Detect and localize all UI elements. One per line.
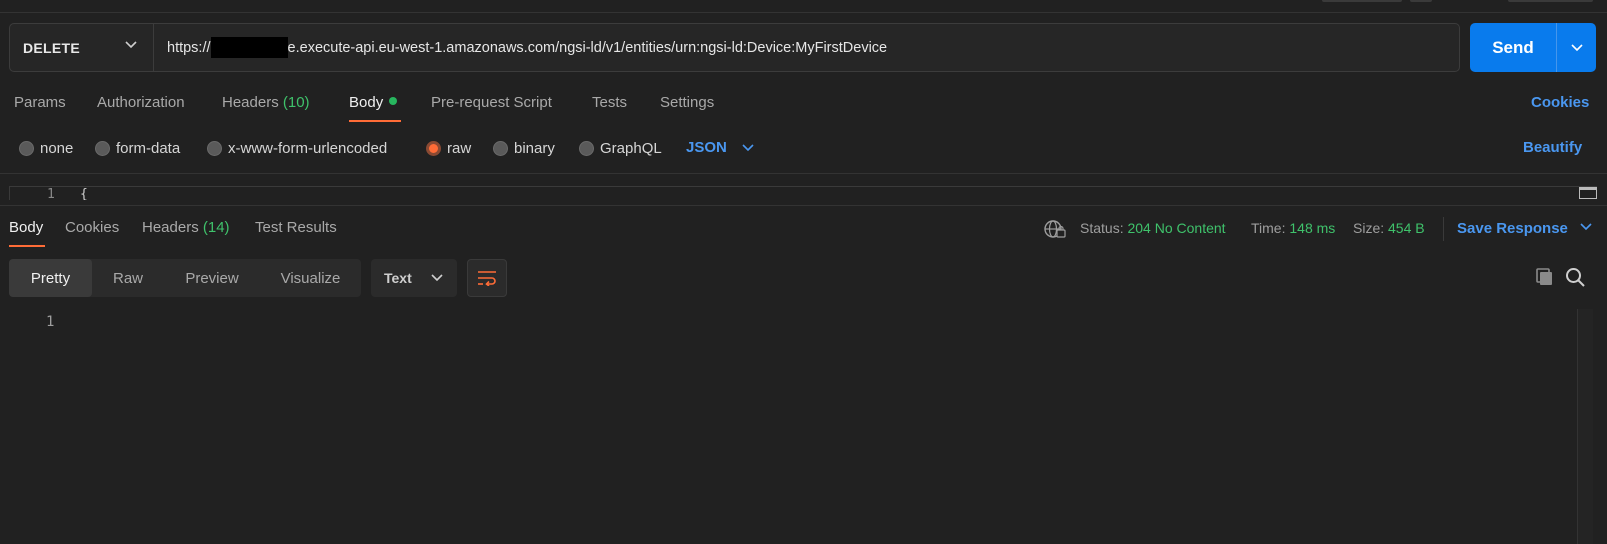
tab-tests[interactable]: Tests [592,94,627,111]
tab-body-label: Body [349,94,384,111]
response-scrollbar[interactable] [1577,309,1593,544]
radio-raw[interactable]: raw [426,140,471,157]
save-response-button[interactable]: Save Response [1457,220,1592,237]
response-tab-body[interactable]: Body [9,219,43,236]
tab-settings[interactable]: Settings [660,94,714,111]
tab-authorization[interactable]: Authorization [97,94,185,111]
top-fragment [1410,0,1432,2]
headers-count: (10) [282,94,310,111]
method-select[interactable]: DELETE [10,24,154,71]
size-label: Size: [1353,220,1385,236]
send-button[interactable]: Send [1470,23,1596,72]
minimap-icon [1579,187,1597,199]
radio-label: binary [514,140,555,157]
status-value[interactable]: 204 No Content [1127,220,1225,236]
radio-circle [95,141,110,156]
response-format-select[interactable]: Text [371,259,457,297]
chevron-down-icon [1570,43,1583,51]
radio-none[interactable]: none [19,140,73,157]
view-preview-button[interactable]: Preview [164,259,260,297]
radio-form-data[interactable]: form-data [95,140,180,157]
cookies-link[interactable]: Cookies [1531,94,1589,111]
radio-circle [579,141,594,156]
chevron-down-icon[interactable] [742,144,754,152]
size-value[interactable]: 454 B [1388,220,1425,236]
body-type-selector: none form-data x-www-form-urlencoded raw… [0,136,1607,162]
time-value[interactable]: 148 ms [1289,220,1335,236]
divider [0,173,1607,174]
radio-graphql[interactable]: GraphQL [579,140,662,157]
top-strip [0,0,1607,13]
response-view-toggle: Pretty Raw Preview Visualize [9,259,361,297]
radio-circle-selected [426,141,441,156]
body-format-select[interactable]: JSON [686,139,727,156]
chevron-down-icon [125,41,137,49]
chevron-down-icon [1580,223,1592,231]
body-indicator-dot [389,97,398,105]
active-tab-underline [349,120,401,122]
top-fragment [1508,0,1593,2]
method-label: DELETE [23,39,81,56]
wrap-lines-icon [478,271,496,286]
save-response-label: Save Response [1457,220,1568,237]
response-tab-headers[interactable]: Headers (14) [142,219,230,236]
response-line-number: 1 [46,314,55,330]
time-label: Time: [1251,220,1286,236]
size-readout: Size: 454 B [1353,220,1425,236]
editor-line-number: 1 [47,187,55,200]
editor-code-line: { [80,187,88,200]
radio-circle [207,141,222,156]
view-raw-button[interactable]: Raw [92,259,164,297]
url-prefix: https:// [167,39,211,56]
globe-icon[interactable] [1044,219,1066,239]
chevron-down-icon [431,274,443,282]
tab-headers[interactable]: Headers (10) [222,94,310,111]
view-pretty-button[interactable]: Pretty [9,259,92,297]
response-tab-cookies[interactable]: Cookies [65,219,119,236]
response-headers-count: (14) [202,219,230,236]
response-tab-headers-label: Headers [142,219,199,236]
pane-resize-handle[interactable] [0,205,1607,206]
tab-headers-label: Headers [222,94,279,111]
tab-params[interactable]: Params [14,94,66,111]
radio-label: form-data [116,140,181,157]
request-url-bar: DELETE https:// e.execute-api.eu-west-1.a… [9,23,1460,72]
active-response-tab-underline [9,245,45,247]
send-options-button[interactable] [1557,23,1596,72]
radio-binary[interactable]: binary [493,140,555,157]
radio-label: GraphQL [600,140,662,157]
request-tabs: Params Authorization Headers (10) Body P… [0,90,1607,124]
top-fragment [1322,0,1402,2]
request-body-editor[interactable]: 1 { [9,186,1597,200]
copy-icon[interactable] [1534,266,1556,288]
url-input[interactable]: https:// e.execute-api.eu-west-1.amazonaw… [154,24,1459,71]
beautify-link[interactable]: Beautify [1523,139,1582,156]
radio-label: x-www-form-urlencoded [228,140,388,157]
wrap-lines-button[interactable] [467,259,507,297]
url-rest: e.execute-api.eu-west-1.amazonaws.com/ng… [287,39,888,56]
send-label: Send [1470,23,1557,72]
view-visualize-button[interactable]: Visualize [260,259,361,297]
response-tab-test-results[interactable]: Test Results [255,219,337,236]
separator [1443,217,1444,241]
radio-label: none [40,140,74,157]
status-readout: Status: 204 No Content [1080,220,1226,236]
radio-label: raw [447,140,472,157]
search-icon[interactable] [1564,266,1586,288]
radio-urlencoded[interactable]: x-www-form-urlencoded [207,140,387,157]
status-label: Status: [1080,220,1124,236]
time-readout: Time: 148 ms [1251,220,1335,236]
tab-prerequest-script[interactable]: Pre-request Script [431,94,552,111]
radio-circle [493,141,508,156]
redacted-block [210,37,288,58]
tab-body[interactable]: Body [349,94,398,111]
radio-circle [19,141,34,156]
response-format-label: Text [384,270,412,286]
